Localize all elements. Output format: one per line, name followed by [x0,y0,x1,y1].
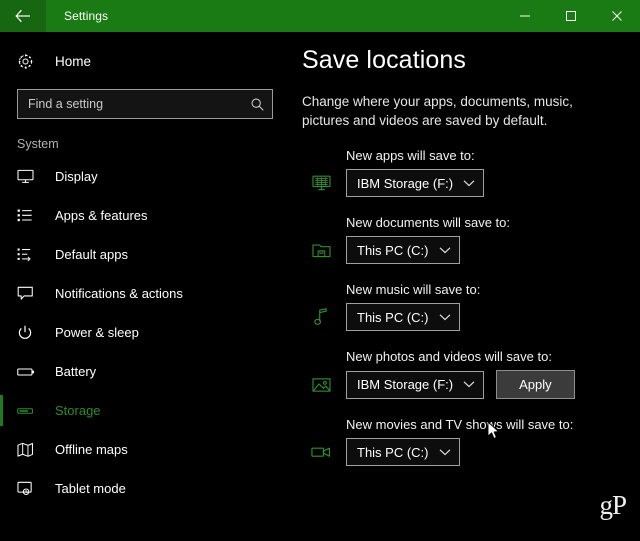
search-input[interactable] [28,97,250,111]
window-body: Home System [0,32,640,541]
dropdown-value: This PC (C:) [357,242,429,258]
sidebar-item-label: Notifications & actions [55,286,183,301]
group-row: This PC (C:) [302,236,626,264]
gear-icon [17,53,43,70]
sidebar-item-offline-maps[interactable]: Offline maps [0,430,290,469]
chevron-down-icon [453,179,475,188]
save-location-group-documents: New documents will save to: This PC (C:) [302,197,626,264]
chevron-down-icon [453,380,475,389]
group-label: New photos and videos will save to: [346,349,552,364]
dropdown-value: IBM Storage (F:) [357,377,454,392]
battery-icon [17,366,41,378]
group-label: New apps will save to: [346,148,475,163]
dropdown-value: This PC (C:) [357,444,429,460]
selection-accent [0,395,3,426]
save-location-group-photos: New photos and videos will save to: IBM … [302,331,626,399]
apps-save-location-dropdown[interactable]: IBM Storage (F:) [346,169,485,197]
group-label: New movies and TV shows will save to: [346,417,574,432]
chevron-down-icon [429,448,451,457]
group-row: This PC (C:) [302,438,626,466]
page-title: Save locations [302,46,466,74]
chevron-down-icon [429,313,451,322]
sidebar-item-apps-features[interactable]: Apps & features [0,196,290,235]
save-location-group-music: New music will save to: This PC (C:) [302,264,626,331]
close-icon [611,10,623,22]
maximize-button[interactable] [548,0,594,32]
sidebar-item-notifications[interactable]: Notifications & actions [0,274,290,313]
dropdown-value: IBM Storage (F:) [357,175,454,191]
sidebar: Home System [0,32,290,541]
search-icon[interactable] [250,97,265,112]
storage-icon [17,405,41,417]
documents-save-location-dropdown[interactable]: This PC (C:) [346,236,460,264]
maximize-icon [565,10,577,22]
group-row: IBM Storage (F:) Apply [302,370,626,399]
folder-save-icon [302,242,346,259]
sidebar-item-display[interactable]: Display [0,157,290,196]
map-icon [17,442,41,458]
page-description: Change where your apps, documents, music… [302,94,573,128]
sidebar-item-power-sleep[interactable]: Power & sleep [0,313,290,352]
search-box[interactable] [17,89,273,119]
sidebar-home-label: Home [55,53,92,69]
music-save-location-dropdown[interactable]: This PC (C:) [346,303,460,331]
speech-bubble-icon [17,286,41,301]
sidebar-item-storage[interactable]: Storage [0,391,290,430]
sidebar-section-label: System [17,137,59,151]
sidebar-item-default-apps[interactable]: Default apps [0,235,290,274]
group-row: This PC (C:) [302,303,626,331]
group-label: New music will save to: [346,282,481,297]
sidebar-item-label: Power & sleep [55,325,139,340]
video-camera-icon [302,445,346,459]
list-arrow-icon [17,247,41,262]
sidebar-item-home[interactable]: Home [0,42,290,80]
dropdown-value: This PC (C:) [357,309,429,325]
save-location-group-apps: New apps will save to: IBM Storage (F:) [302,130,626,197]
group-row: IBM Storage (F:) [302,169,626,197]
chevron-down-icon [429,246,451,255]
sidebar-item-label: Default apps [55,247,128,262]
list-icon [17,208,41,223]
titlebar-spacer [108,0,502,32]
sidebar-item-label: Apps & features [55,208,148,223]
apps-monitor-icon [302,175,346,192]
back-arrow-icon [15,9,31,23]
sidebar-item-label: Display [55,169,98,184]
sidebar-item-battery[interactable]: Battery [0,352,290,391]
close-button[interactable] [594,0,640,32]
sidebar-item-label: Battery [55,364,97,379]
back-button[interactable] [0,0,46,32]
photos-save-location-dropdown[interactable]: IBM Storage (F:) [346,370,485,399]
music-note-icon [302,308,346,326]
group-label: New documents will save to: [346,215,511,230]
window-title: Settings [64,9,109,23]
search-container [0,80,290,119]
sidebar-item-tablet-mode[interactable]: Tablet mode [0,469,290,508]
tablet-icon [17,481,41,497]
power-icon [17,325,41,341]
main-content: Save locations Change where your apps, d… [290,32,640,541]
sidebar-item-label: Storage [55,403,101,418]
monitor-icon [17,169,41,184]
minimize-button[interactable] [502,0,548,32]
save-location-group-movies: New movies and TV shows will save to: Th… [302,399,626,466]
picture-icon [302,377,346,393]
watermark: gP [599,490,627,520]
movies-save-location-dropdown[interactable]: This PC (C:) [346,438,460,466]
sidebar-item-label: Tablet mode [55,481,126,496]
title-bar: Settings [0,0,640,32]
apply-button[interactable]: Apply [496,370,575,399]
sidebar-item-label: Offline maps [55,442,128,457]
minimize-icon [519,10,531,22]
settings-window: Settings Home Find a setting System Disp… [0,0,640,541]
